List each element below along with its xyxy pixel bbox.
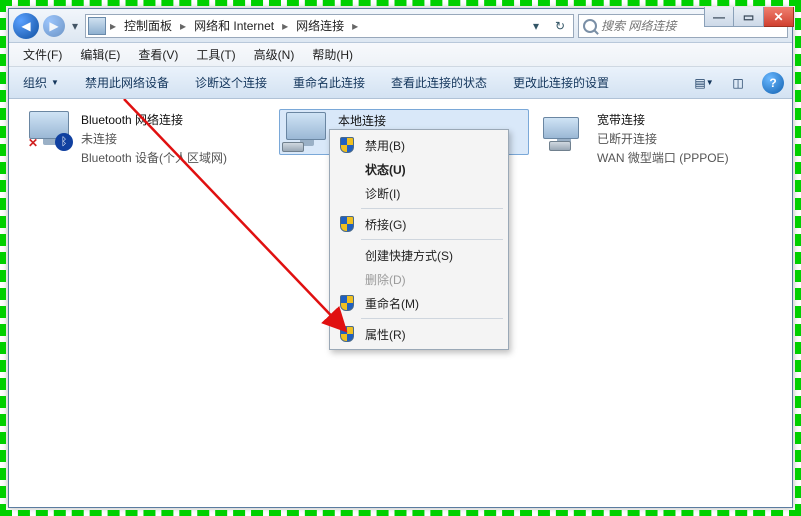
breadcrumb[interactable]: 控制面板 xyxy=(120,15,176,36)
ctx-disable[interactable]: 禁用(B) xyxy=(333,133,505,157)
view-options-button[interactable]: ▤▼ xyxy=(694,74,714,92)
bluetooth-badge-icon: ᛒ xyxy=(55,133,73,151)
connection-title: 宽带连接 xyxy=(597,111,729,128)
ctx-delete: 删除(D) xyxy=(333,267,505,291)
menu-help[interactable]: 帮助(H) xyxy=(304,43,361,66)
menu-file[interactable]: 文件(F) xyxy=(15,43,70,66)
crumb-sep-icon: ▸ xyxy=(280,19,290,33)
search-icon xyxy=(583,19,597,33)
refresh-icon: ↻ xyxy=(555,19,565,33)
chevron-down-icon: ▾ xyxy=(72,19,78,33)
location-icon xyxy=(88,17,106,35)
organize-button[interactable]: 组织 ▼ xyxy=(17,71,65,94)
context-menu: 禁用(B) 状态(U) 诊断(I) 桥接(G) 创建快捷方式(S) xyxy=(329,129,509,350)
connection-item-broadband[interactable]: 宽带连接 已断开连接 WAN 微型端口 (PPPOE) xyxy=(539,109,789,168)
cmd-view-status[interactable]: 查看此连接的状态 xyxy=(385,71,493,94)
connection-device: Bluetooth 设备(个人区域网) xyxy=(81,149,227,166)
menu-separator xyxy=(361,208,503,209)
ctx-rename[interactable]: 重命名(M) xyxy=(333,291,505,315)
connection-item-bluetooth[interactable]: ✕ ᛒ Bluetooth 网络连接 未连接 Bluetooth 设备(个人区域… xyxy=(23,109,273,168)
ctx-diagnose[interactable]: 诊断(I) xyxy=(333,181,505,205)
navigation-row: ◀ ▶ ▾ ▸ 控制面板 ▸ 网络和 Internet ▸ 网络连接 ▸ ▾ ↻ xyxy=(9,9,792,43)
menu-separator xyxy=(361,239,503,240)
minimize-button[interactable]: — xyxy=(704,7,734,27)
explorer-window: — ▭ ✕ ◀ ▶ ▾ ▸ 控制面板 ▸ 网络和 Internet ▸ 网络连接… xyxy=(8,8,793,508)
crumb-sep-icon: ▸ xyxy=(350,19,360,33)
address-history-button[interactable]: ▾ xyxy=(525,15,547,37)
shield-icon xyxy=(340,295,354,311)
back-button[interactable]: ◀ xyxy=(13,13,39,39)
help-icon: ? xyxy=(769,76,776,90)
menu-bar: 文件(F) 编辑(E) 查看(V) 工具(T) 高级(N) 帮助(H) xyxy=(9,43,792,67)
arrow-right-icon: ▶ xyxy=(49,19,58,33)
cmd-disable-device[interactable]: 禁用此网络设备 xyxy=(79,71,175,94)
ctx-properties[interactable]: 属性(R) xyxy=(333,322,505,346)
view-icon: ▤ xyxy=(694,76,705,90)
modem-icon xyxy=(541,111,589,151)
panel-icon: ◫ xyxy=(732,76,743,90)
cmd-diagnose[interactable]: 诊断这个连接 xyxy=(189,71,273,94)
menu-separator xyxy=(361,318,503,319)
connection-status: 未连接 xyxy=(81,130,227,147)
address-bar[interactable]: ▸ 控制面板 ▸ 网络和 Internet ▸ 网络连接 ▸ ▾ ↻ xyxy=(85,14,574,38)
menu-edit[interactable]: 编辑(E) xyxy=(72,43,128,66)
crumb-sep-icon: ▸ xyxy=(108,19,118,33)
window-controls: — ▭ ✕ xyxy=(704,7,794,27)
crumb-sep-icon: ▸ xyxy=(178,19,188,33)
chevron-down-icon: ▼ xyxy=(51,78,59,87)
error-badge-icon: ✕ xyxy=(25,135,41,151)
forward-button[interactable]: ▶ xyxy=(43,15,65,37)
shield-icon xyxy=(340,216,354,232)
help-button[interactable]: ? xyxy=(762,72,784,94)
breadcrumb[interactable]: 网络和 Internet xyxy=(190,15,278,36)
arrow-left-icon: ◀ xyxy=(21,19,30,33)
preview-pane-button[interactable]: ◫ xyxy=(728,74,748,92)
breadcrumb[interactable]: 网络连接 xyxy=(292,15,348,36)
command-bar: 组织 ▼ 禁用此网络设备 诊断这个连接 重命名此连接 查看此连接的状态 更改此连… xyxy=(9,67,792,99)
ctx-status[interactable]: 状态(U) xyxy=(333,157,505,181)
connection-status: 已断开连接 xyxy=(597,130,729,147)
ctx-bridge[interactable]: 桥接(G) xyxy=(333,212,505,236)
organize-label: 组织 xyxy=(23,74,47,91)
shield-icon xyxy=(340,326,354,342)
chevron-down-icon: ▾ xyxy=(533,19,539,33)
menu-view[interactable]: 查看(V) xyxy=(130,43,186,66)
chevron-down-icon: ▼ xyxy=(706,78,714,87)
content-area: ✕ ᛒ Bluetooth 网络连接 未连接 Bluetooth 设备(个人区域… xyxy=(9,99,792,507)
network-adapter-icon: ✕ ᛒ xyxy=(25,111,73,151)
history-dropdown[interactable]: ▾ xyxy=(69,13,81,39)
menu-tools[interactable]: 工具(T) xyxy=(188,43,243,66)
close-button[interactable]: ✕ xyxy=(764,7,794,27)
connection-title: Bluetooth 网络连接 xyxy=(81,111,227,128)
cmd-change-settings[interactable]: 更改此连接的设置 xyxy=(507,71,615,94)
connection-title: 本地连接 xyxy=(338,112,386,129)
cmd-rename[interactable]: 重命名此连接 xyxy=(287,71,371,94)
shield-icon xyxy=(340,137,354,153)
menu-advanced[interactable]: 高级(N) xyxy=(246,43,303,66)
maximize-button[interactable]: ▭ xyxy=(734,7,764,27)
ctx-create-shortcut[interactable]: 创建快捷方式(S) xyxy=(333,243,505,267)
refresh-button[interactable]: ↻ xyxy=(549,15,571,37)
network-adapter-icon xyxy=(282,112,330,152)
connection-device: WAN 微型端口 (PPPOE) xyxy=(597,149,729,166)
